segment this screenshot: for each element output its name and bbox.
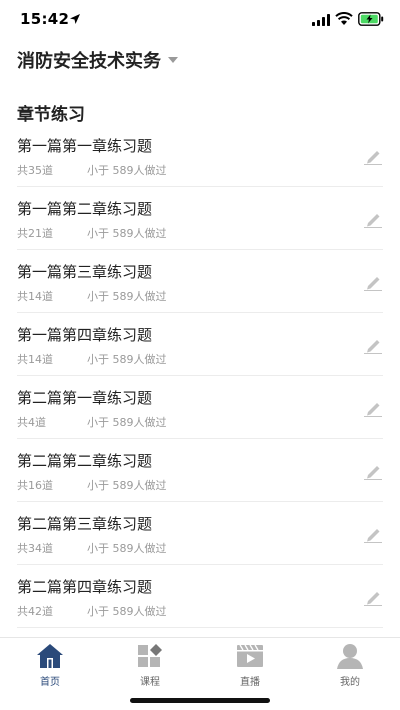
question-count: 共14道 — [17, 290, 53, 303]
tab-label: 我的 — [340, 677, 360, 688]
list-item[interactable]: 第一篇第一章练习题 共35道 小于 589人做过 — [17, 124, 383, 187]
pencil-icon[interactable] — [363, 401, 383, 417]
pencil-icon[interactable] — [363, 149, 383, 165]
people-count: 小于 589人做过 — [87, 353, 167, 366]
question-count: 共42道 — [17, 605, 53, 618]
pencil-icon[interactable] — [363, 338, 383, 354]
chapter-title: 第二篇第一章练习题 — [17, 389, 153, 407]
chapter-list: 第一篇第一章练习题 共35道 小于 589人做过 第一篇第二章练习题 共21道 … — [0, 124, 400, 628]
people-count: 小于 589人做过 — [87, 227, 167, 240]
tab-label: 课程 — [140, 677, 160, 688]
profile-icon — [337, 644, 363, 669]
caret-down-icon — [168, 57, 178, 63]
people-count: 小于 589人做过 — [87, 542, 167, 555]
question-count: 共35道 — [17, 164, 53, 177]
tab-course[interactable]: 课程 — [120, 643, 180, 688]
pencil-icon[interactable] — [363, 464, 383, 480]
question-count: 共21道 — [17, 227, 53, 240]
question-count: 共14道 — [17, 353, 53, 366]
list-item[interactable]: 第二篇第三章练习题 共34道 小于 589人做过 — [17, 502, 383, 565]
tab-home[interactable]: 首页 — [20, 643, 80, 688]
tab-label: 首页 — [40, 677, 60, 688]
list-item[interactable]: 第二篇第一章练习题 共4道 小于 589人做过 — [17, 376, 383, 439]
subject-title: 消防安全技术实务 — [17, 51, 161, 72]
wifi-icon — [335, 12, 353, 25]
cellular-signal-icon — [312, 14, 330, 26]
chapter-title: 第一篇第二章练习题 — [17, 200, 153, 218]
course-icon — [138, 644, 162, 667]
chapter-title: 第一篇第三章练习题 — [17, 263, 153, 281]
pencil-icon[interactable] — [363, 275, 383, 291]
list-item[interactable]: 第一篇第四章练习题 共14道 小于 589人做过 — [17, 313, 383, 376]
battery-charging-icon — [358, 12, 384, 26]
subject-selector[interactable]: 消防安全技术实务 — [17, 46, 178, 74]
people-count: 小于 589人做过 — [87, 479, 167, 492]
chapter-title: 第一篇第四章练习题 — [17, 326, 153, 344]
list-item[interactable]: 第二篇第四章练习题 共42道 小于 589人做过 — [17, 565, 383, 628]
location-arrow-icon — [70, 14, 80, 24]
chapter-title: 第二篇第四章练习题 — [17, 578, 153, 596]
chapter-title: 第一篇第一章练习题 — [17, 137, 153, 155]
status-time: 15:42 — [20, 10, 70, 28]
list-item[interactable]: 第一篇第二章练习题 共21道 小于 589人做过 — [17, 187, 383, 250]
people-count: 小于 589人做过 — [87, 290, 167, 303]
tab-label: 直播 — [240, 677, 260, 688]
live-video-icon — [237, 644, 263, 667]
people-count: 小于 589人做过 — [87, 416, 167, 429]
list-item[interactable]: 第二篇第二章练习题 共16道 小于 589人做过 — [17, 439, 383, 502]
status-bar: 15:42 — [0, 0, 400, 40]
chapter-title: 第二篇第二章练习题 — [17, 452, 153, 470]
chapter-title: 第二篇第三章练习题 — [17, 515, 153, 533]
question-count: 共16道 — [17, 479, 53, 492]
question-count: 共4道 — [17, 416, 46, 429]
list-item[interactable]: 第一篇第三章练习题 共14道 小于 589人做过 — [17, 250, 383, 313]
people-count: 小于 589人做过 — [87, 605, 167, 618]
pencil-icon[interactable] — [363, 212, 383, 228]
home-indicator — [130, 698, 270, 703]
home-icon — [37, 644, 63, 668]
section-title: 章节练习 — [17, 105, 85, 125]
pencil-icon[interactable] — [363, 590, 383, 606]
pencil-icon[interactable] — [363, 527, 383, 543]
tab-live[interactable]: 直播 — [220, 643, 280, 688]
tab-profile[interactable]: 我的 — [320, 643, 380, 688]
question-count: 共34道 — [17, 542, 53, 555]
people-count: 小于 589人做过 — [87, 164, 167, 177]
